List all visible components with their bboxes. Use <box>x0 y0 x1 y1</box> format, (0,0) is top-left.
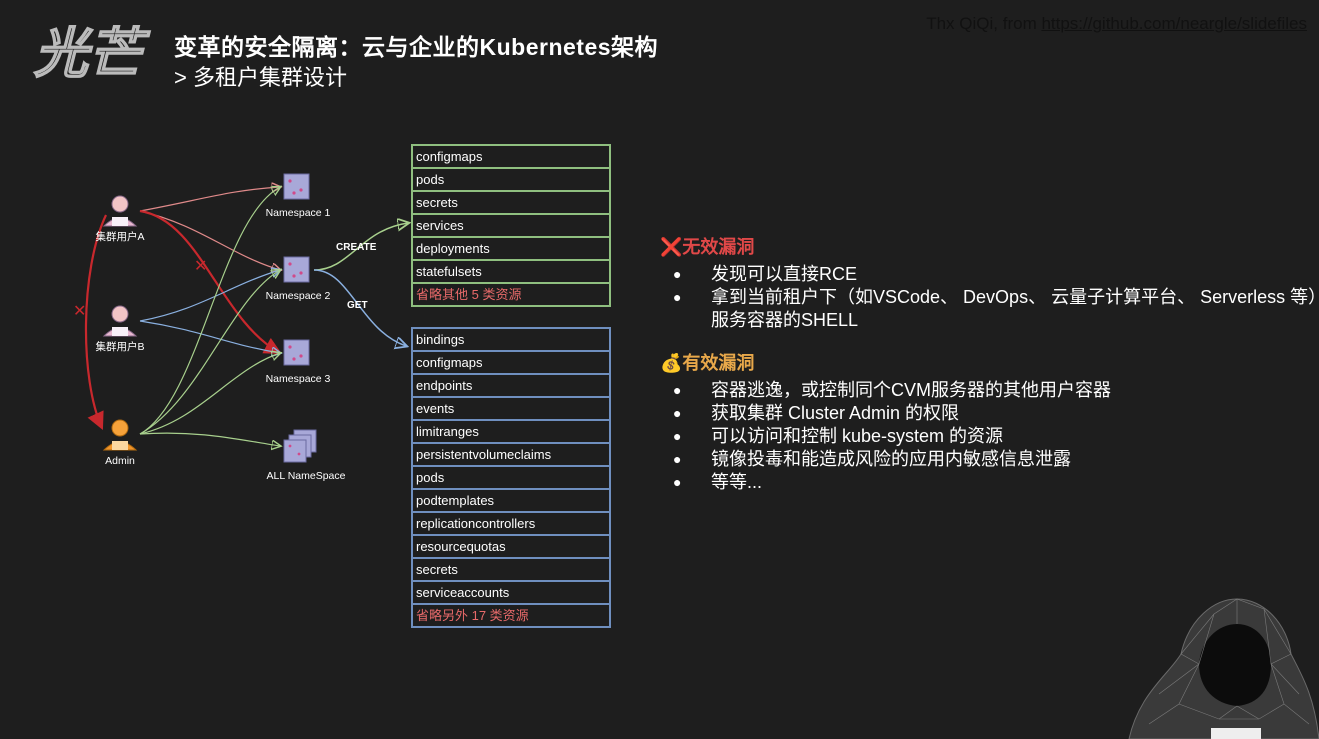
get-resource-row: configmaps <box>413 352 609 375</box>
invalid-vuln-heading: ❌无效漏洞 <box>660 233 1319 259</box>
admin-icon <box>102 419 138 451</box>
create-omit-row: 省略其他 5 类资源 <box>416 287 522 302</box>
user-a-label: 集群用户A <box>95 230 144 243</box>
list-item: 获取集群 Cluster Admin 的权限 <box>660 402 1111 425</box>
money-bag-icon: 💰 <box>660 353 683 373</box>
all-namespace-icon <box>283 429 317 463</box>
all-namespace-label: ALL NameSpace <box>267 470 346 482</box>
page-title: 变革的安全隔离：云与企业的Kubernetes架构 <box>174 34 659 60</box>
invalid-vuln-section: ❌无效漏洞 发现可以直接RCE 拿到当前租户下（如VSCode、 DevOps、… <box>660 233 1319 332</box>
deny-mark-escalation: ✕ <box>73 303 86 320</box>
edge-a-ns1 <box>139 187 280 212</box>
edge-b-ns2 <box>139 270 280 322</box>
create-resource-row: configmaps <box>413 146 609 169</box>
create-resource-row: statefulsets <box>413 261 609 284</box>
invalid-vuln-list: 发现可以直接RCE 拿到当前租户下（如VSCode、 DevOps、 云量子计算… <box>660 263 1319 332</box>
edge-a-ns2 <box>139 210 280 270</box>
list-item: 发现可以直接RCE <box>660 263 1319 286</box>
get-resource-row: resourcequotas <box>413 536 609 559</box>
page-subtitle: > 多租户集群设计 <box>174 65 347 90</box>
user-b-icon <box>102 305 138 337</box>
create-resources-table: configmaps pods secrets services deploym… <box>411 144 611 307</box>
valid-vuln-heading: 💰有效漏洞 <box>660 349 1111 375</box>
get-resource-row: podtemplates <box>413 490 609 513</box>
guangmang-logo: 光芒 <box>33 22 152 82</box>
get-label: GET <box>347 300 368 311</box>
namespace-3-icon <box>283 339 310 366</box>
list-item: 拿到当前租户下（如VSCode、 DevOps、 云量子计算平台、 Server… <box>660 286 1319 332</box>
list-item: 容器逃逸，或控制同个CVM服务器的其他用户容器 <box>660 379 1111 402</box>
valid-vuln-section: 💰有效漏洞 容器逃逸，或控制同个CVM服务器的其他用户容器 获取集群 Clust… <box>660 349 1111 494</box>
create-resource-row: secrets <box>413 192 609 215</box>
valid-vuln-title: 有效漏洞 <box>682 353 755 373</box>
create-resource-row: deployments <box>413 238 609 261</box>
get-resource-row: endpoints <box>413 375 609 398</box>
get-resource-row: secrets <box>413 559 609 582</box>
svg-text:光芒: 光芒 <box>34 22 151 82</box>
deny-mark-ns3: ✕ <box>194 258 207 275</box>
get-resource-row: events <box>413 398 609 421</box>
valid-vuln-list: 容器逃逸，或控制同个CVM服务器的其他用户容器 获取集群 Cluster Adm… <box>660 379 1111 494</box>
get-resource-row: pods <box>413 467 609 490</box>
get-resource-row: bindings <box>413 329 609 352</box>
namespace-1-icon <box>283 173 310 200</box>
edge-a-ns3-denied <box>139 209 282 355</box>
credit-line: Thx QiQi, from https://github.com/neargl… <box>926 14 1307 34</box>
namespace-3-label: Namespace 3 <box>266 373 331 385</box>
namespace-2-label: Namespace 2 <box>266 290 331 302</box>
namespace-2-icon <box>283 256 310 283</box>
credit-link[interactable]: https://github.com/neargle/slidefiles <box>1041 14 1307 33</box>
hooded-hacker-icon <box>1128 598 1319 739</box>
invalid-vuln-title: 无效漏洞 <box>682 237 755 257</box>
namespace-1-label: Namespace 1 <box>266 207 331 219</box>
list-item: 镜像投毒和能造成风险的应用内敏感信息泄露 <box>660 448 1111 471</box>
edge-admin-ns3 <box>139 353 280 435</box>
admin-label: Admin <box>105 455 135 467</box>
credit-prefix: Thx QiQi, from <box>926 14 1042 33</box>
get-resource-row: replicationcontrollers <box>413 513 609 536</box>
get-omit-row: 省略另外 17 类资源 <box>416 608 529 623</box>
get-resource-row: limitranges <box>413 421 609 444</box>
list-item: 可以访问和控制 kube-system 的资源 <box>660 425 1111 448</box>
create-label: CREATE <box>336 242 377 253</box>
get-resource-row: persistentvolumeclaims <box>413 444 609 467</box>
create-resource-row: services <box>413 215 609 238</box>
list-item: 等等... <box>660 471 1111 494</box>
user-a-icon <box>102 195 138 227</box>
user-b-label: 集群用户B <box>95 340 144 353</box>
cross-icon: ❌ <box>660 237 683 257</box>
edge-admin-ns2 <box>139 270 280 435</box>
get-resources-table: bindings configmaps endpoints events lim… <box>411 327 611 628</box>
edge-a-admin-denied <box>84 214 107 431</box>
edge-admin-all <box>139 432 280 446</box>
get-resource-row: serviceaccounts <box>413 582 609 605</box>
create-resource-row: pods <box>413 169 609 192</box>
